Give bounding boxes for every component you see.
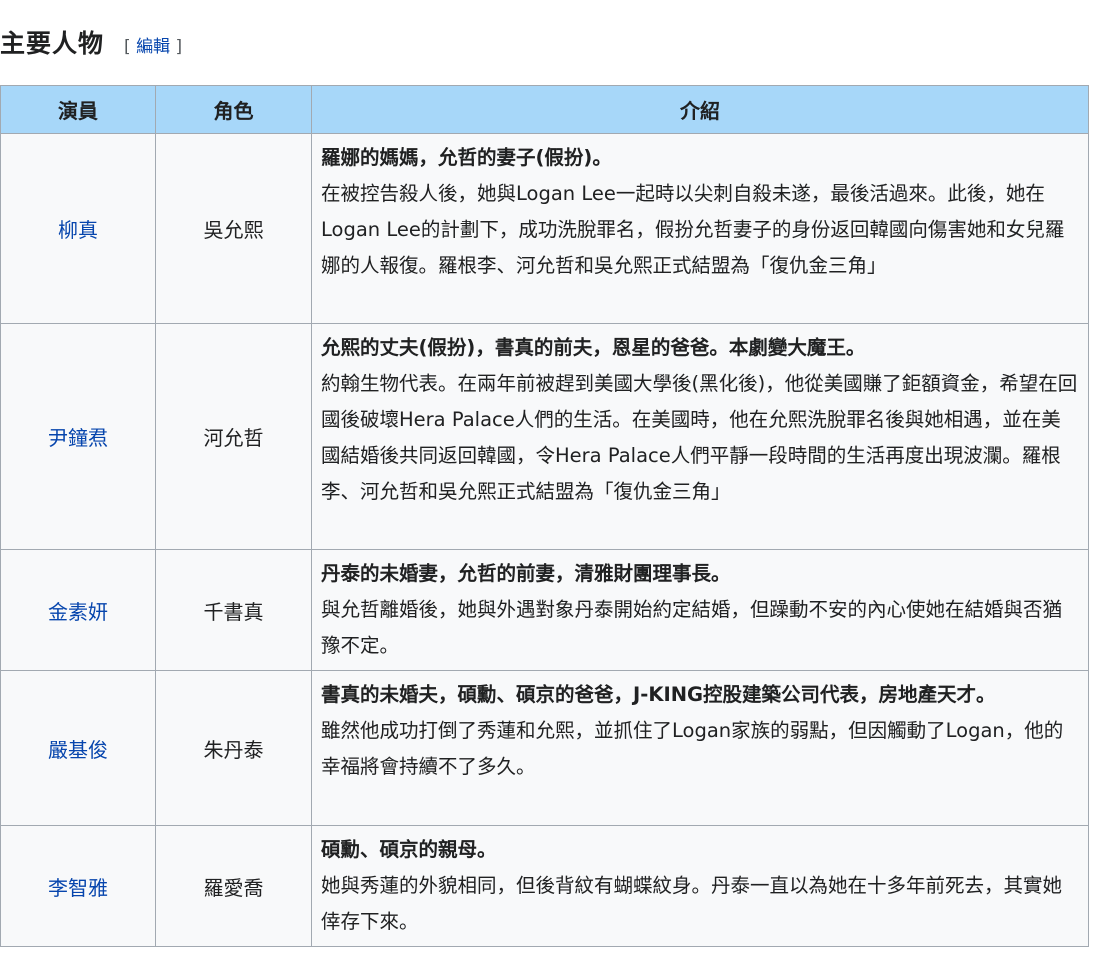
table-row: 尹鐘焄 河允哲 允熙的丈夫(假扮)，書真的前夫，恩星的爸爸。本劇變大魔王。 約翰… — [0, 323, 1089, 550]
intro-summary: 允熙的丈夫(假扮)，書真的前夫，恩星的爸爸。本劇變大魔王。 — [321, 336, 866, 359]
section-heading: 主要人物 [ 編輯 ] — [0, 24, 182, 64]
section-title: 主要人物 — [0, 29, 105, 58]
edit-section: [ 編輯 ] — [124, 32, 182, 57]
edit-link[interactable]: 編輯 — [136, 37, 170, 57]
actor-cell: 尹鐘焄 — [0, 323, 156, 550]
edit-bracket-open: [ — [124, 37, 131, 57]
intro-cell: 丹泰的未婚妻，允哲的前妻，清雅財團理事長。 與允哲離婚後，她與外遇對象丹泰開始約… — [311, 549, 1089, 671]
intro-body: 在被控告殺人後，她與Logan Lee一起時以尖刺自殺未遂，最後活過來。此後，她… — [321, 182, 1065, 277]
cast-table: 演員 角色 介紹 柳真 吳允熙 羅娜的媽媽，允哲的妻子(假扮)。 在被控告殺人後… — [0, 85, 1089, 947]
role-cell: 河允哲 — [155, 323, 312, 550]
actor-link[interactable]: 柳真 — [58, 218, 98, 242]
role-cell: 朱丹泰 — [155, 670, 312, 826]
actor-link[interactable]: 李智雅 — [48, 876, 108, 900]
role-cell: 千書真 — [155, 549, 312, 671]
intro-summary: 丹泰的未婚妻，允哲的前妻，清雅財團理事長。 — [321, 562, 731, 585]
table-row: 柳真 吳允熙 羅娜的媽媽，允哲的妻子(假扮)。 在被控告殺人後，她與Logan … — [0, 133, 1089, 324]
actor-cell: 李智雅 — [0, 825, 156, 947]
intro-body: 她與秀蓮的外貌相同，但後背紋有蝴蝶紋身。丹泰一直以為她在十多年前死去，其實她倖存… — [321, 874, 1063, 933]
actor-cell: 嚴基俊 — [0, 670, 156, 826]
actor-link[interactable]: 金素妍 — [48, 600, 108, 624]
header-intro: 介紹 — [311, 85, 1089, 134]
table-row: 金素妍 千書真 丹泰的未婚妻，允哲的前妻，清雅財團理事長。 與允哲離婚後，她與外… — [0, 549, 1089, 671]
role-cell: 羅愛喬 — [155, 825, 312, 947]
intro-cell: 碩勳、碩京的親母。 她與秀蓮的外貌相同，但後背紋有蝴蝶紋身。丹泰一直以為她在十多… — [311, 825, 1089, 947]
intro-cell: 羅娜的媽媽，允哲的妻子(假扮)。 在被控告殺人後，她與Logan Lee一起時以… — [311, 133, 1089, 324]
intro-cell: 允熙的丈夫(假扮)，書真的前夫，恩星的爸爸。本劇變大魔王。 約翰生物代表。在兩年… — [311, 323, 1089, 550]
header-row: 演員 角色 介紹 — [0, 85, 1089, 134]
actor-cell: 柳真 — [0, 133, 156, 324]
header-role: 角色 — [155, 85, 312, 134]
intro-summary: 羅娜的媽媽，允哲的妻子(假扮)。 — [321, 146, 612, 169]
intro-body: 與允哲離婚後，她與外遇對象丹泰開始約定結婚，但躁動不安的內心使她在結婚與否猶豫不… — [321, 598, 1063, 657]
actor-link[interactable]: 嚴基俊 — [48, 738, 108, 762]
header-actor: 演員 — [0, 85, 156, 134]
intro-cell: 書真的未婚夫，碩勳、碩京的爸爸，J-KING控股建築公司代表，房地產天才。 雖然… — [311, 670, 1089, 826]
intro-body: 雖然他成功打倒了秀蓮和允熙，並抓住了Logan家族的弱點，但因觸動了Logan，… — [321, 719, 1064, 778]
table-row: 李智雅 羅愛喬 碩勳、碩京的親母。 她與秀蓮的外貌相同，但後背紋有蝴蝶紋身。丹泰… — [0, 825, 1089, 947]
actor-link[interactable]: 尹鐘焄 — [48, 426, 108, 450]
intro-body: 約翰生物代表。在兩年前被趕到美國大學後(黑化後)，他從美國賺了鉅額資金，希望在回… — [321, 372, 1078, 503]
edit-bracket-close: ] — [175, 37, 183, 57]
intro-summary: 書真的未婚夫，碩勳、碩京的爸爸，J-KING控股建築公司代表，房地產天才。 — [321, 683, 996, 706]
intro-summary: 碩勳、碩京的親母。 — [321, 838, 497, 861]
table-row: 嚴基俊 朱丹泰 書真的未婚夫，碩勳、碩京的爸爸，J-KING控股建築公司代表，房… — [0, 670, 1089, 826]
actor-cell: 金素妍 — [0, 549, 156, 671]
role-cell: 吳允熙 — [155, 133, 312, 324]
